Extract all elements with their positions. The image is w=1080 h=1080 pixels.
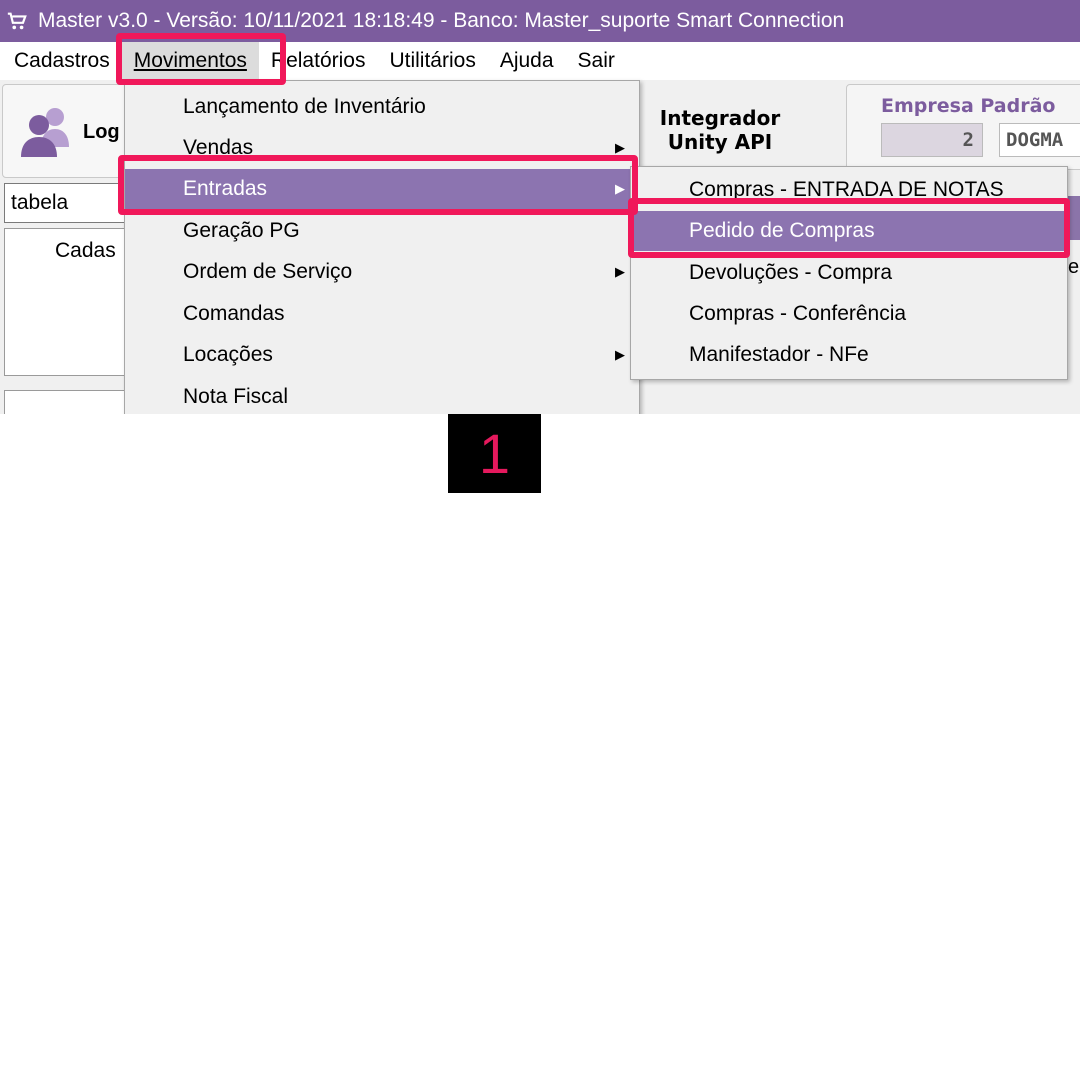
- empresa-code-field[interactable]: 2: [881, 123, 983, 157]
- menu-item-label: Comandas: [183, 302, 285, 325]
- submenu-item-label: Compras - Conferência: [689, 302, 907, 325]
- menu-item-lancamento-inventario[interactable]: Lançamento de Inventário: [125, 87, 639, 127]
- empresa-name-field[interactable]: DOGMA: [999, 123, 1080, 157]
- menu-sair[interactable]: Sair: [566, 42, 627, 80]
- empresa-panel: Empresa Padrão 2 DOGMA: [846, 84, 1080, 170]
- menu-item-nota-fiscal[interactable]: Nota Fiscal: [125, 377, 639, 414]
- annotation-pedido-compras: [628, 198, 1070, 258]
- integrador-button[interactable]: Integrador Unity API: [640, 106, 800, 154]
- annotation-movimentos: [116, 33, 286, 85]
- menu-item-label: Ordem de Serviço: [183, 260, 353, 283]
- submenu-item-compras-conferencia[interactable]: Compras - Conferência: [631, 294, 1067, 334]
- submenu-item-manifestador-nfe[interactable]: Manifestador - NFe: [631, 335, 1067, 375]
- menu-item-label: Lançamento de Inventário: [183, 95, 426, 118]
- cart-icon: [7, 12, 27, 30]
- menu-item-label: Geração PG: [183, 219, 300, 242]
- menu-utilitarios[interactable]: Utilitários: [377, 42, 487, 80]
- step-number-badge: 1: [448, 414, 541, 493]
- window-title: Master v3.0 - Versão: 10/11/2021 18:18:4…: [38, 9, 845, 32]
- search-input[interactable]: tabela: [4, 183, 134, 223]
- submenu-item-label: Manifestador - NFe: [689, 343, 869, 366]
- integrador-line2: Unity API: [667, 130, 773, 154]
- submenu-item-devolucoes-compra[interactable]: Devoluções - Compra: [631, 253, 1067, 293]
- empresa-title: Empresa Padrão: [881, 95, 1056, 117]
- integrador-line1: Integrador: [659, 106, 781, 130]
- cadastros-panel-label: Cadas: [55, 239, 116, 262]
- menu-ajuda[interactable]: Ajuda: [488, 42, 566, 80]
- submenu-arrow-icon: ▶: [615, 264, 625, 279]
- menu-item-ordem-servico[interactable]: Ordem de Serviço ▶: [125, 252, 639, 292]
- menu-item-geracao-pg[interactable]: Geração PG: [125, 211, 639, 251]
- submenu-arrow-icon: ▶: [615, 347, 625, 362]
- users-icon: [21, 108, 69, 157]
- screenshot-area: Master v3.0 - Versão: 10/11/2021 18:18:4…: [0, 0, 1080, 414]
- cadastros-panel: Cadas: [4, 228, 134, 376]
- menu-item-label: Locações: [183, 343, 273, 366]
- submenu-item-label: Devoluções - Compra: [689, 261, 893, 284]
- menu-item-label: Nota Fiscal: [183, 385, 289, 408]
- annotation-entradas: [118, 155, 638, 215]
- menu-item-comandas[interactable]: Comandas: [125, 294, 639, 334]
- login-label: Log: [83, 121, 120, 143]
- menu-cadastros[interactable]: Cadastros: [0, 42, 122, 80]
- right-text-fragment: e: [1068, 256, 1080, 278]
- lower-panel: [4, 390, 134, 414]
- menu-item-locacoes[interactable]: Locações ▶: [125, 335, 639, 375]
- movimentos-dropdown: Lançamento de Inventário Vendas ▶ Entrad…: [124, 80, 640, 414]
